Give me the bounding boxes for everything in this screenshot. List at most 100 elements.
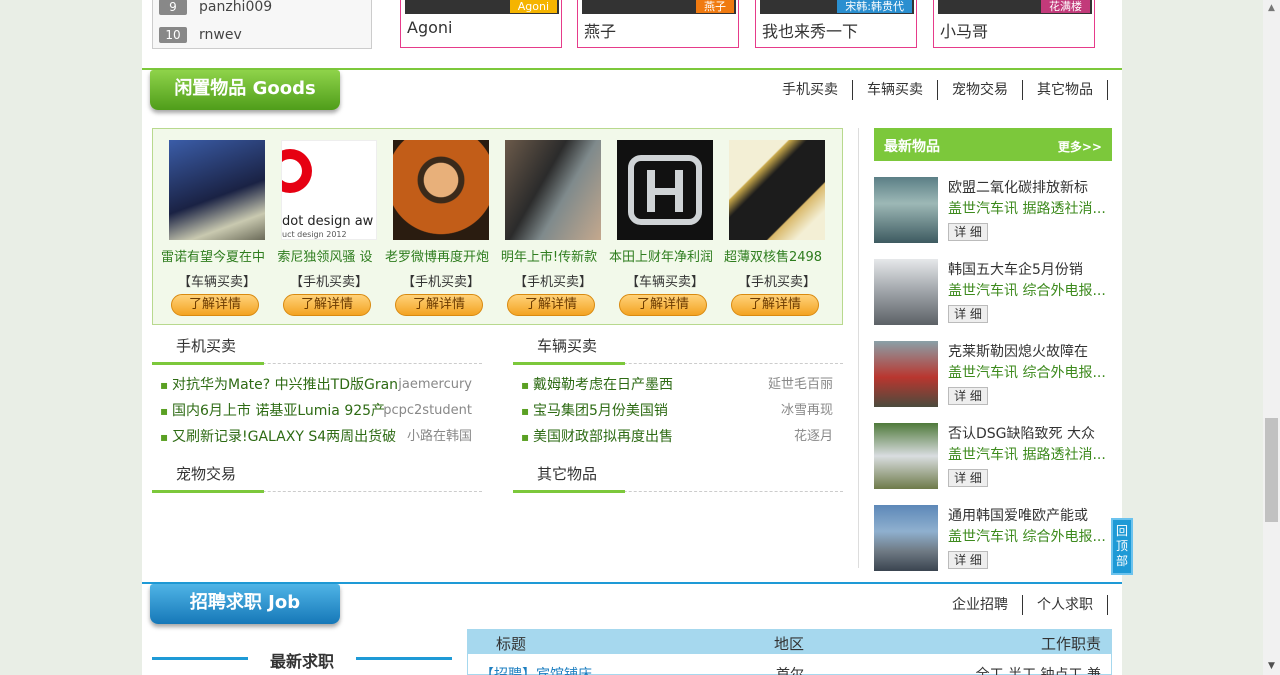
list-heading[interactable]: 手机买卖: [152, 335, 264, 365]
goods-nav-pets[interactable]: 宠物交易: [938, 80, 1023, 100]
show-card[interactable]: 宋韩:韩贵代 我也来秀一下: [755, 0, 917, 48]
latest-thumbnail[interactable]: [874, 423, 938, 489]
show-name[interactable]: 燕子: [584, 18, 616, 42]
list-item[interactable]: ▪ 国内6月上市 诺基亚Lumia 925产 pcpc2student: [152, 398, 482, 424]
show-name[interactable]: 我也来秀一下: [762, 18, 858, 42]
vertical-scrollbar[interactable]: ▲ ▼: [1263, 0, 1280, 675]
table-cell: 全工 半工 钟点工 兼: [975, 667, 1101, 675]
goods-nav-phones[interactable]: 手机买卖: [768, 80, 853, 100]
latest-title[interactable]: 通用韩国爱唯欧产能或: [948, 505, 1088, 525]
list-item-title[interactable]: 又刷新记录!GALAXY S4两周出货破: [172, 424, 396, 450]
list-item[interactable]: ▪ 宝马集团5月份美国销 冰雪再现: [513, 398, 843, 424]
detail-button[interactable]: 详 细: [948, 551, 988, 569]
list-item-title[interactable]: 戴姆勒考虑在日产墨西: [533, 372, 673, 398]
latest-thumbnail[interactable]: [874, 505, 938, 571]
list-item[interactable]: ▪ 美国财政部拟再度出售 花逐月: [513, 424, 843, 450]
latest-summary[interactable]: 盖世汽车讯 综合外电报...: [948, 280, 1106, 300]
ranking-row[interactable]: 9 panzhi009: [159, 0, 272, 16]
list-item[interactable]: ▪ 戴姆勒考虑在日产墨西 延世毛百丽: [513, 372, 843, 398]
table-cell[interactable]: 【招聘】宾馆铺床: [480, 664, 592, 675]
show-name[interactable]: Agoni: [407, 18, 452, 37]
goods-item[interactable]: 老罗微博再度开炮 【手机买卖】 了解详情: [385, 140, 497, 316]
list-item-user[interactable]: 延世毛百丽: [768, 372, 833, 398]
list-item-user[interactable]: 花逐月: [794, 424, 833, 450]
latest-summary[interactable]: 盖世汽车讯 据路透社消...: [948, 198, 1106, 218]
job-nav-company[interactable]: 企业招聘: [938, 595, 1023, 615]
list-item-user[interactable]: 小路在韩国: [407, 424, 472, 450]
goods-image[interactable]: [505, 140, 601, 240]
latest-item[interactable]: 否认DSG缺陷致死 大众 盖世汽车讯 据路透社消... 详 细: [874, 423, 1112, 493]
goods-image[interactable]: [393, 140, 489, 240]
latest-item[interactable]: 韩国五大车企5月份销 盖世汽车讯 综合外电报... 详 细: [874, 259, 1112, 329]
goods-detail-button[interactable]: 了解详情: [507, 294, 595, 316]
detail-button[interactable]: 详 细: [948, 305, 988, 323]
latest-thumbnail[interactable]: [874, 341, 938, 407]
rank-number: 10: [159, 27, 187, 43]
list-item-title[interactable]: 宝马集团5月份美国销: [533, 398, 668, 424]
scroll-thumb[interactable]: [1265, 418, 1278, 522]
goods-title[interactable]: 超薄双核售2498: [721, 246, 825, 265]
list-item-user[interactable]: 冰雪再现: [781, 398, 833, 424]
scroll-down-arrow-icon[interactable]: ▼: [1263, 658, 1280, 675]
goods-nav-others[interactable]: 其它物品: [1023, 80, 1108, 100]
latest-title[interactable]: 克莱斯勒因熄火故障在: [948, 341, 1088, 361]
list-item-user[interactable]: pcpc2student: [383, 398, 472, 424]
list-item-user[interactable]: jaemercury: [398, 372, 472, 398]
latest-item[interactable]: 克莱斯勒因熄火故障在 盖世汽车讯 综合外电报... 详 细: [874, 341, 1112, 411]
goods-item[interactable]: 超薄双核售2498 【手机买卖】 了解详情: [724, 140, 833, 316]
show-name[interactable]: 小马哥: [940, 18, 988, 42]
latest-title[interactable]: 韩国五大车企5月份销: [948, 259, 1083, 279]
table-row[interactable]: 【招聘】宾馆铺床 首尔 全工 半工 钟点工 兼: [468, 654, 1111, 675]
list-item[interactable]: ▪ 又刷新记录!GALAXY S4两周出货破 小路在韩国: [152, 424, 482, 450]
scroll-up-arrow-icon[interactable]: ▲: [1263, 0, 1280, 17]
rank-user[interactable]: rnwev: [199, 27, 242, 43]
more-link[interactable]: 更多>>: [1058, 138, 1102, 155]
latest-title[interactable]: 欧盟二氧化碳排放新标: [948, 177, 1088, 197]
latest-title[interactable]: 否认DSG缺陷致死 大众: [948, 423, 1095, 443]
goods-title[interactable]: 明年上市!传新款: [497, 246, 601, 265]
goods-image[interactable]: [169, 140, 265, 240]
rank-user[interactable]: panzhi009: [199, 0, 272, 15]
goods-title[interactable]: 索尼独领风骚 设: [273, 246, 377, 265]
goods-detail-button[interactable]: 了解详情: [171, 294, 259, 316]
detail-button[interactable]: 详 细: [948, 469, 988, 487]
list-item-title[interactable]: 国内6月上市 诺基亚Lumia 925产: [172, 398, 385, 424]
goods-image[interactable]: dot design aw uct design 2012: [281, 140, 377, 240]
goods-item[interactable]: 雷诺有望今夏在中 【车辆买卖】 了解详情: [161, 140, 273, 316]
goods-image[interactable]: [617, 140, 713, 240]
goods-item[interactable]: 明年上市!传新款 【手机买卖】 了解详情: [501, 140, 609, 316]
subheader-line: [356, 657, 452, 660]
show-card[interactable]: Agoni Agoni: [400, 0, 562, 48]
back-to-top-button[interactable]: 回顶部: [1111, 518, 1133, 575]
goods-detail-button[interactable]: 了解详情: [731, 294, 819, 316]
latest-thumbnail[interactable]: [874, 177, 938, 243]
latest-summary[interactable]: 盖世汽车讯 综合外电报...: [948, 362, 1106, 382]
latest-summary[interactable]: 盖世汽车讯 综合外电报...: [948, 526, 1106, 546]
latest-summary[interactable]: 盖世汽车讯 据路透社消...: [948, 444, 1106, 464]
show-card[interactable]: 花满楼 小马哥: [933, 0, 1095, 48]
list-item[interactable]: ▪ 对抗华为Mate? 中兴推出TD版Gran jaemercury: [152, 372, 482, 398]
goods-title[interactable]: 本田上财年净利润: [609, 246, 713, 265]
goods-detail-button[interactable]: 了解详情: [283, 294, 371, 316]
goods-title[interactable]: 雷诺有望今夏在中: [161, 246, 265, 265]
list-heading[interactable]: 宠物交易: [152, 463, 264, 493]
list-heading[interactable]: 其它物品: [513, 463, 625, 493]
job-nav-personal[interactable]: 个人求职: [1023, 595, 1108, 615]
goods-nav-cars[interactable]: 车辆买卖: [853, 80, 938, 100]
goods-item[interactable]: 本田上财年净利润 【车辆买卖】 了解详情: [609, 140, 721, 316]
goods-title[interactable]: 老罗微博再度开炮: [385, 246, 489, 265]
list-item-title[interactable]: 美国财政部拟再度出售: [533, 424, 673, 450]
goods-detail-button[interactable]: 了解详情: [395, 294, 483, 316]
latest-item[interactable]: 欧盟二氧化碳排放新标 盖世汽车讯 据路透社消... 详 细: [874, 177, 1112, 247]
detail-button[interactable]: 详 细: [948, 223, 988, 241]
latest-item[interactable]: 通用韩国爱唯欧产能或 盖世汽车讯 综合外电报... 详 细: [874, 505, 1112, 575]
latest-thumbnail[interactable]: [874, 259, 938, 325]
show-card[interactable]: 燕子 燕子: [577, 0, 739, 48]
goods-image[interactable]: [729, 140, 825, 240]
detail-button[interactable]: 详 细: [948, 387, 988, 405]
goods-item[interactable]: dot design aw uct design 2012 索尼独领风骚 设 【…: [277, 140, 385, 316]
list-heading[interactable]: 车辆买卖: [513, 335, 625, 365]
ranking-row[interactable]: 10 rnwev: [159, 26, 242, 44]
list-item-title[interactable]: 对抗华为Mate? 中兴推出TD版Gran: [172, 372, 398, 398]
goods-detail-button[interactable]: 了解详情: [619, 294, 707, 316]
